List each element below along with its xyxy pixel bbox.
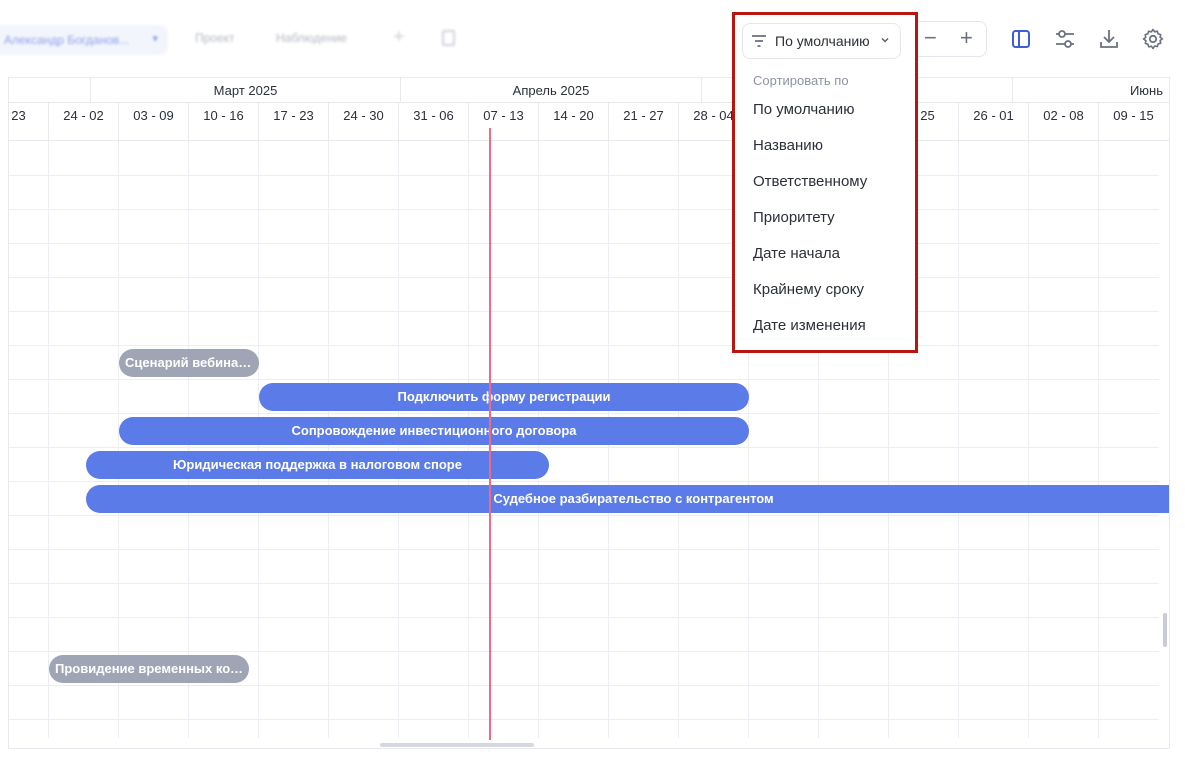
user-filter-chip[interactable]: Александр Богданов... ▾ — [0, 25, 168, 55]
week-label: 31 - 06 — [398, 103, 468, 141]
week-label: 21 - 27 — [608, 103, 678, 141]
gantt-chart: Март 2025 Апрель 2025 Июнь - 23 24 - 02 … — [8, 77, 1170, 749]
add-icon[interactable]: + — [393, 26, 405, 49]
download-icon[interactable] — [1097, 27, 1121, 51]
grid-row-line — [9, 209, 1159, 210]
sort-option-start-date[interactable]: Дате начала — [753, 245, 840, 262]
month-header: Март 2025 Апрель 2025 Июнь — [9, 78, 1169, 103]
week-label: 02 - 08 — [1028, 103, 1098, 141]
grid-row-line — [9, 651, 1159, 652]
vertical-scrollbar[interactable] — [1163, 613, 1167, 647]
sort-dropdown: По умолчанию Сортировать по По умолчанию… — [732, 12, 918, 353]
grid-row-line — [9, 243, 1159, 244]
week-label: 09 - 15 — [1098, 103, 1168, 141]
sort-select[interactable]: По умолчанию — [742, 23, 901, 59]
sort-option-default[interactable]: По умолчанию — [753, 101, 854, 118]
week-header: - 23 24 - 02 03 - 09 10 - 16 17 - 23 24 … — [9, 103, 1169, 141]
sort-option-name[interactable]: Названию — [753, 137, 823, 154]
settings-sliders-icon[interactable] — [1053, 27, 1077, 51]
week-label: 17 - 23 — [258, 103, 328, 141]
grid-line — [1098, 141, 1099, 738]
month-label: Март 2025 — [90, 78, 400, 103]
week-label: 14 - 20 — [538, 103, 608, 141]
week-label: - 23 — [9, 103, 49, 141]
tab-watching[interactable]: Наблюдение — [276, 31, 347, 45]
week-label: 24 - 30 — [328, 103, 398, 141]
month-label: Апрель 2025 — [400, 78, 701, 103]
gear-icon[interactable] — [1141, 27, 1165, 51]
task-bar[interactable]: Подключить форму регистрации — [259, 383, 749, 411]
sort-option-modified-date[interactable]: Дате изменения — [753, 317, 866, 334]
task-bar[interactable]: Сопровождение инвестиционного договора — [119, 417, 749, 445]
task-bar[interactable]: Юридическая поддержка в налоговом споре — [86, 451, 549, 479]
grid-row-line — [9, 413, 1159, 414]
filter-icon — [752, 35, 766, 47]
chevron-down-icon — [881, 37, 889, 43]
week-label: 24 - 02 — [48, 103, 118, 141]
grid-line — [958, 141, 959, 738]
grid-row-line — [9, 685, 1159, 686]
grid-row-line — [9, 617, 1159, 618]
chevron-down-icon: ▾ — [152, 33, 158, 45]
grid-row-line — [9, 311, 1159, 312]
grid-row-line — [9, 277, 1159, 278]
tab-project[interactable]: Проект — [195, 31, 235, 45]
zoom-in-button[interactable]: + — [960, 26, 973, 50]
week-label: 03 - 09 — [118, 103, 188, 141]
grid-row-line — [9, 549, 1159, 550]
toolbar-left: Александр Богданов... ▾ Проект Наблюдени… — [0, 0, 705, 76]
grid-row-line — [9, 719, 1159, 720]
horizontal-scrollbar[interactable] — [380, 743, 534, 747]
document-icon[interactable] — [442, 30, 455, 46]
grid-row-line — [9, 379, 1159, 380]
grid-line — [1028, 141, 1029, 738]
grid-row-line — [9, 447, 1159, 448]
task-bar[interactable]: Провидение временных ком... — [49, 655, 249, 683]
week-label: 10 - 16 — [188, 103, 258, 141]
sidebar-panel-icon[interactable] — [1009, 27, 1033, 51]
grid-line — [48, 141, 49, 738]
user-filter-label: Александр Богданов... — [4, 33, 130, 47]
zoom-out-button[interactable]: − — [924, 26, 937, 50]
month-label: Июнь — [1012, 78, 1169, 103]
grid-row-line — [9, 175, 1159, 176]
sort-option-deadline[interactable]: Крайнему сроку — [753, 281, 864, 298]
sort-select-value: По умолчанию — [775, 33, 870, 49]
grid-line — [118, 141, 119, 738]
task-bar[interactable]: Судебное разбирательство с контрагентом — [86, 485, 1169, 513]
sort-menu-header: Сортировать по — [753, 73, 849, 88]
zoom-control — [910, 21, 987, 57]
today-line — [489, 128, 491, 740]
grid-row-line — [9, 515, 1159, 516]
grid-row-line — [9, 345, 1159, 346]
sort-option-assignee[interactable]: Ответственному — [753, 173, 867, 190]
grid-row-line — [9, 583, 1159, 584]
grid-row-line — [9, 481, 1159, 482]
sort-option-priority[interactable]: Приоритету — [753, 209, 835, 226]
week-label: 07 - 13 — [468, 103, 538, 141]
task-bar[interactable]: Сценарий вебинара — [119, 349, 259, 377]
week-label: 26 - 01 — [958, 103, 1028, 141]
